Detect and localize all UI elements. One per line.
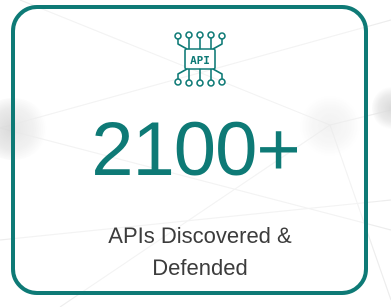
stat-caption: APIs Discovered & Defended bbox=[0, 220, 391, 284]
stat-caption-line-2: Defended bbox=[152, 255, 248, 280]
stat-tile: API 2100+ APIs Discovered & Defended bbox=[0, 0, 391, 307]
api-chip-icon: API bbox=[172, 30, 228, 88]
api-chip-label: API bbox=[190, 54, 210, 67]
stat-caption-line-1: APIs Discovered & bbox=[108, 223, 292, 248]
stat-value: 2100+ bbox=[91, 107, 300, 192]
